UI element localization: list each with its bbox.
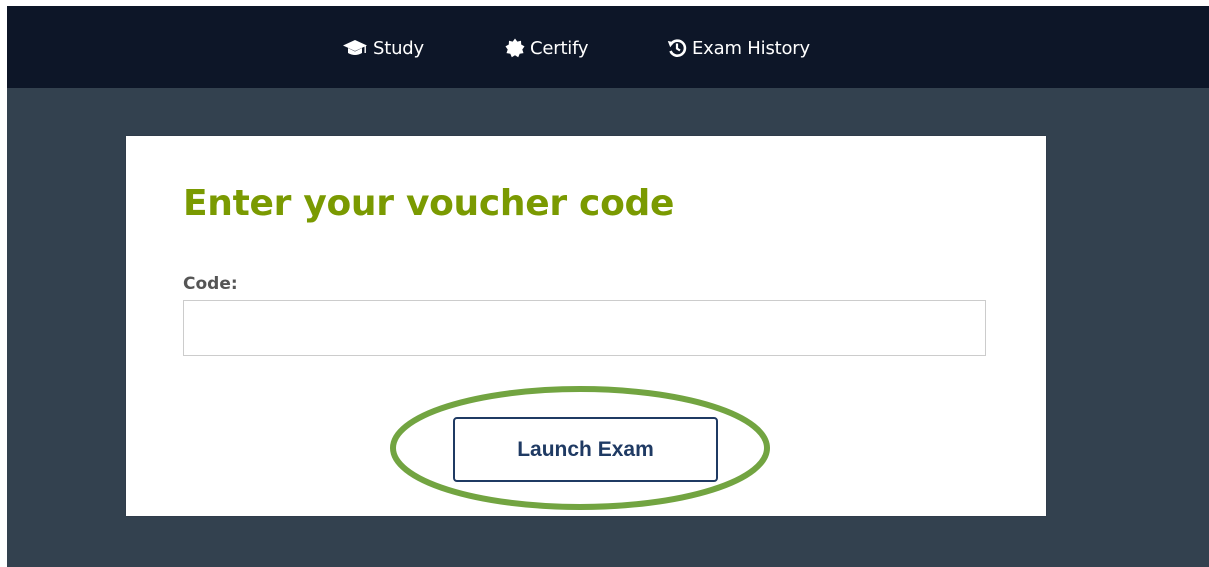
page-title: Enter your voucher code bbox=[183, 183, 675, 224]
certificate-icon bbox=[505, 38, 525, 58]
nav-label-study: Study bbox=[373, 37, 424, 59]
code-field-label: Code: bbox=[183, 274, 238, 294]
nav-link-exam-history[interactable]: Exam History bbox=[667, 35, 810, 61]
history-icon bbox=[667, 39, 687, 57]
launch-exam-button[interactable]: Launch Exam bbox=[453, 417, 718, 482]
voucher-code-input[interactable] bbox=[183, 300, 986, 356]
nav-link-study[interactable]: Study bbox=[342, 35, 424, 61]
graduation-cap-icon bbox=[343, 40, 367, 55]
nav-label-certify: Certify bbox=[530, 37, 589, 59]
app-frame: Study Certify Exam History Enter your vo… bbox=[7, 6, 1209, 567]
nav-label-exam-history: Exam History bbox=[692, 37, 810, 59]
voucher-card: Enter your voucher code Code: Launch Exa… bbox=[126, 136, 1046, 516]
nav-link-certify[interactable]: Certify bbox=[505, 35, 589, 61]
top-navigation: Study Certify Exam History bbox=[7, 6, 1209, 88]
